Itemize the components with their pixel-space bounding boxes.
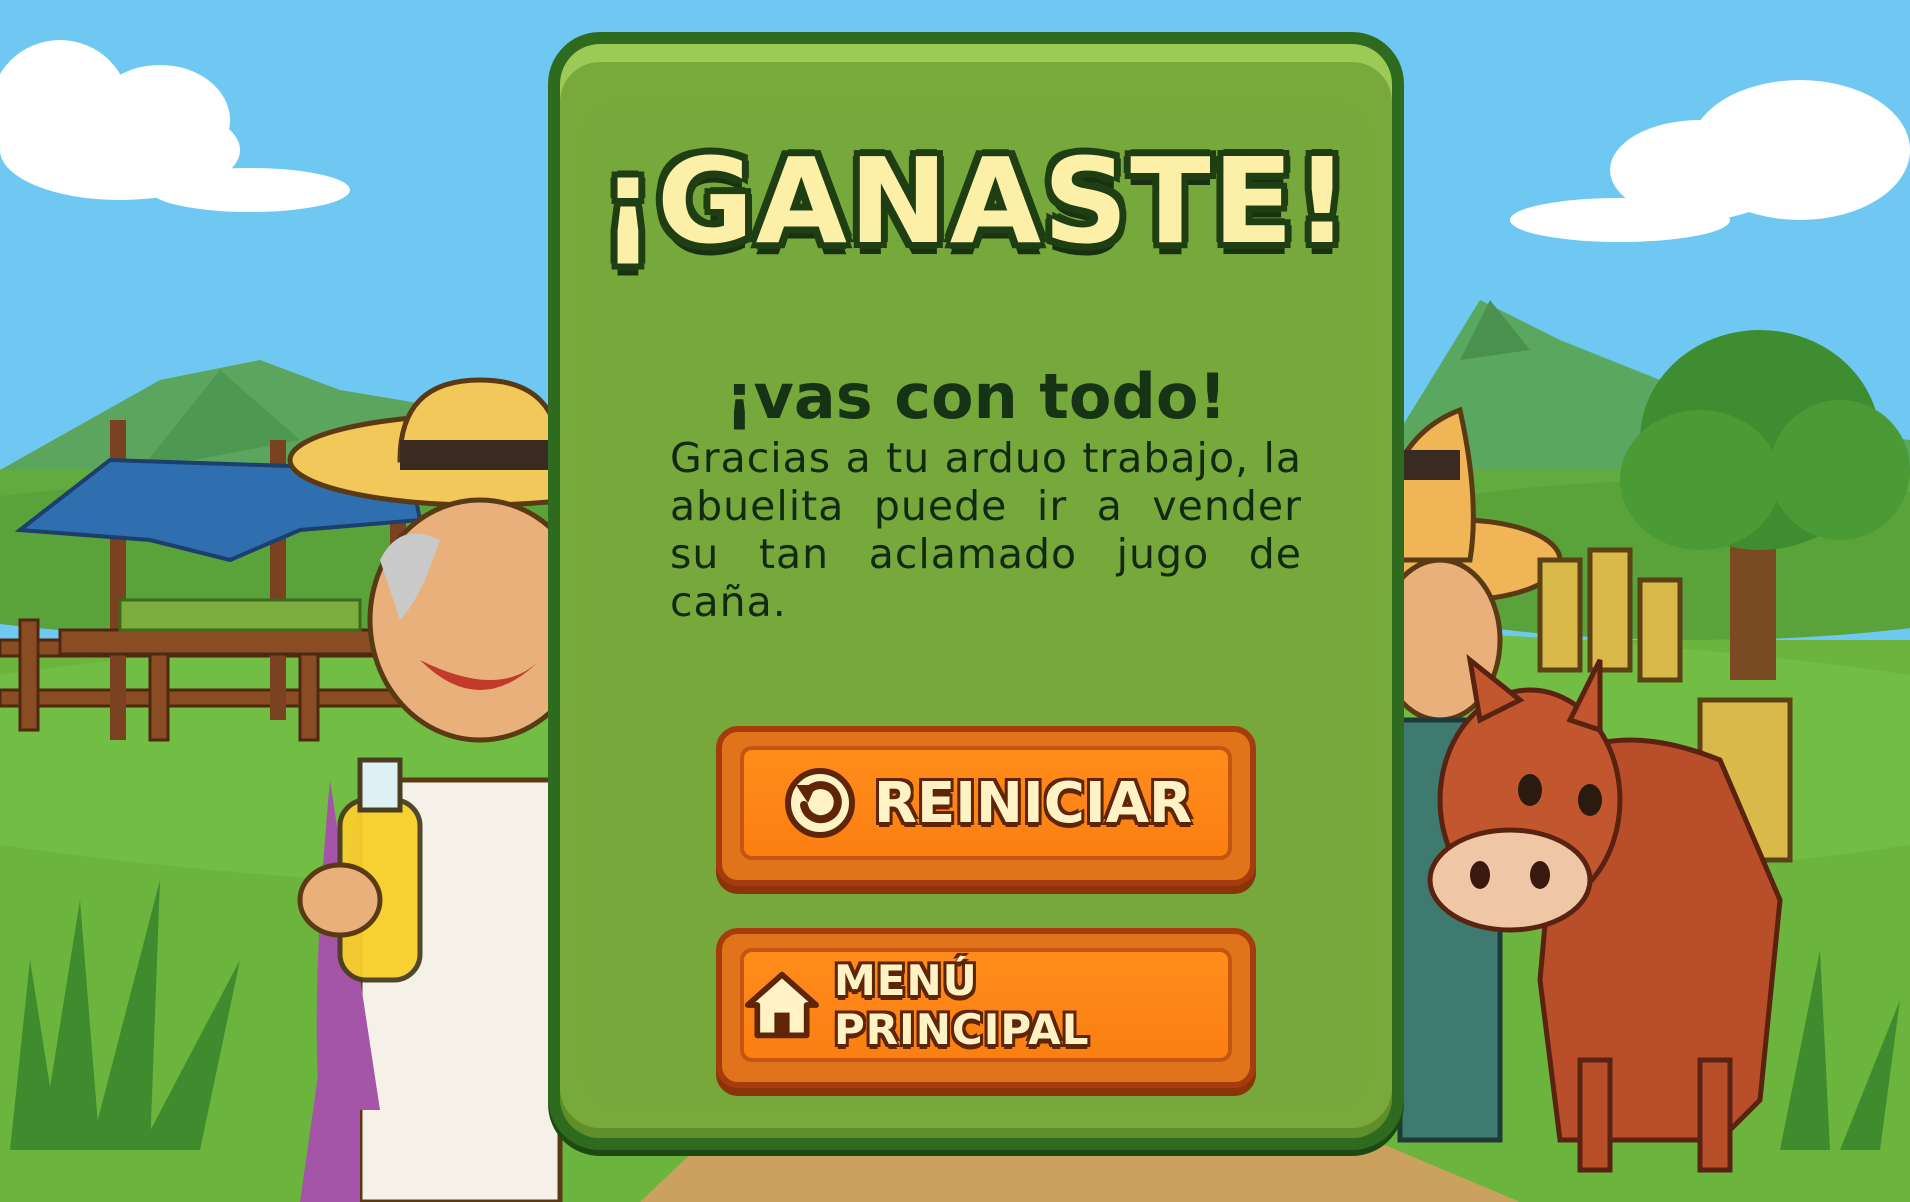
restart-button-label: REINICIAR (873, 770, 1193, 836)
main-menu-button-label: MENÚ PRINCIPAL (833, 956, 1090, 1054)
main-menu-button-face: MENÚ PRINCIPAL (740, 948, 1232, 1062)
main-menu-button[interactable]: MENÚ PRINCIPAL (716, 928, 1256, 1088)
victory-dialog: ¡GANASTE! ¡vas con todo! Gracias a tu ar… (548, 32, 1404, 1150)
restart-button-face: REINICIAR (740, 746, 1232, 860)
victory-message: Gracias a tu arduo trabajo, la abuelita … (670, 434, 1302, 626)
home-icon (744, 971, 820, 1039)
victory-subtitle: ¡vas con todo! (725, 360, 1227, 433)
restart-button[interactable]: REINICIAR (716, 726, 1256, 886)
restart-icon (784, 768, 855, 838)
victory-title: ¡GANASTE! (601, 132, 1351, 270)
